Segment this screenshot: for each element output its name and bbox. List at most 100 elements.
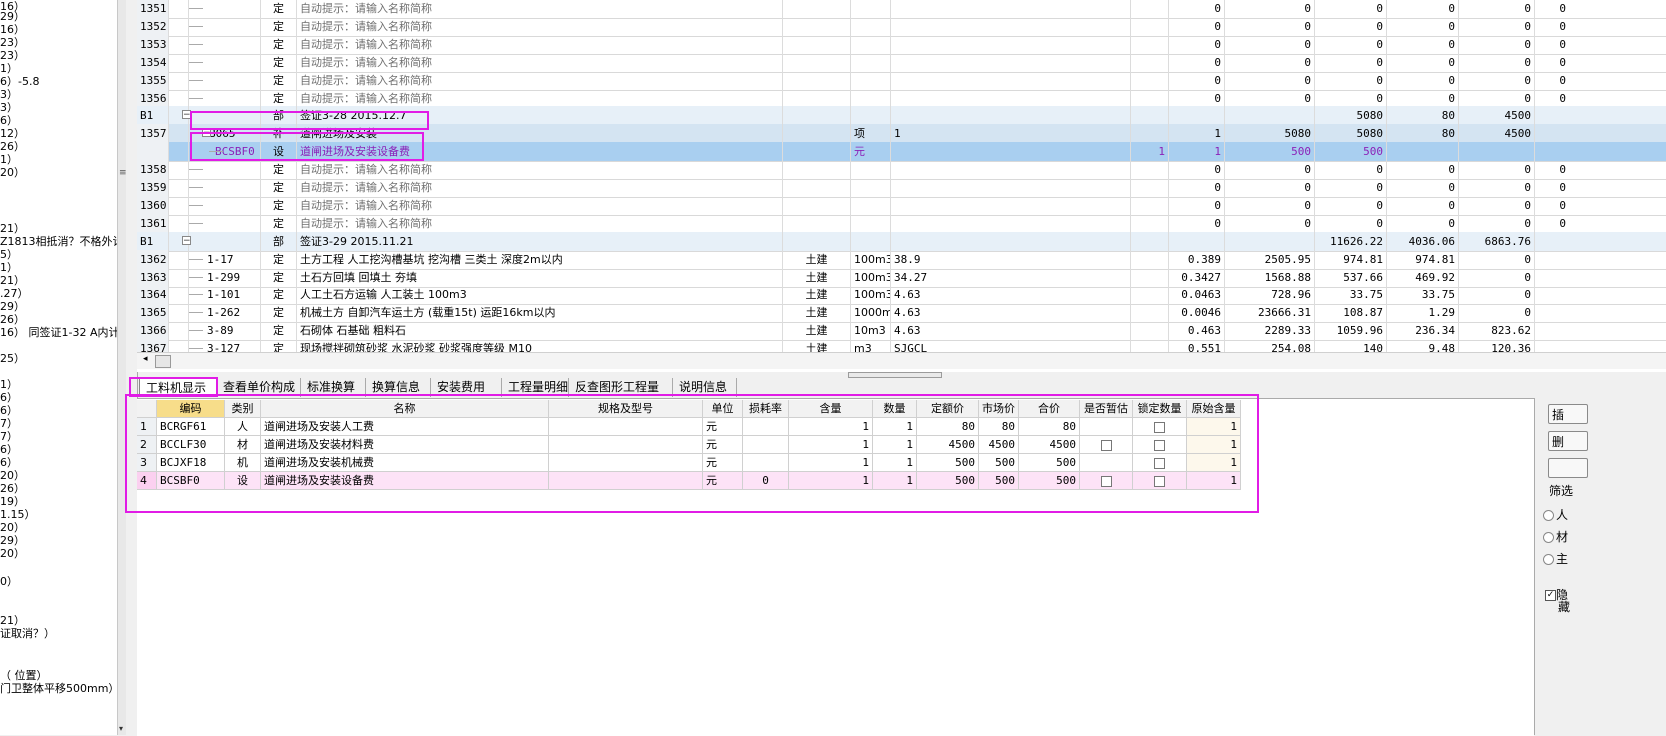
item-code[interactable] [189, 106, 261, 126]
scroll-thumb[interactable] [155, 355, 171, 368]
extra-button[interactable] [1548, 458, 1588, 478]
estimate-flag[interactable] [1080, 436, 1133, 454]
checkbox-icon[interactable] [1100, 439, 1112, 451]
material-category[interactable]: 人 [225, 418, 261, 436]
item-name[interactable]: 自动提示：请输入名称简称 [297, 178, 783, 197]
item-name[interactable]: 人工土石方运输 人工装土 100m3 [297, 285, 783, 305]
tab-0[interactable]: 工料机显示 [139, 378, 217, 397]
lock-quantity[interactable] [1133, 454, 1187, 472]
item-name[interactable]: 签证3-28 2015.12.7 [297, 106, 783, 126]
material-code[interactable]: BCRGF61 [157, 418, 225, 436]
material-quantity[interactable]: 1 [873, 472, 917, 490]
market-price[interactable]: 500 [979, 472, 1019, 490]
header-material-name[interactable]: 名称 [261, 400, 549, 418]
insert-button[interactable]: 插 [1548, 404, 1588, 424]
header-estimate-flag[interactable]: 是否暂估 [1080, 400, 1133, 418]
original-content[interactable]: 1 [1187, 472, 1241, 490]
material-unit[interactable]: 元 [703, 472, 743, 490]
header-content-qty[interactable]: 含量 [789, 400, 873, 418]
content-qty[interactable]: 1 [789, 418, 873, 436]
header-original-content[interactable]: 原始含量 [1187, 400, 1241, 418]
header-total-price[interactable]: 合价 [1019, 400, 1080, 418]
checkbox-icon[interactable] [1154, 421, 1165, 433]
item-name[interactable]: 签证3-29 2015.11.21 [297, 231, 783, 251]
quota-price[interactable]: 500 [917, 454, 979, 472]
lock-quantity[interactable] [1133, 472, 1187, 490]
item-name[interactable]: 自动提示：请输入名称简称 [297, 213, 783, 233]
content-qty[interactable]: 1 [789, 472, 873, 490]
item-code[interactable]: B065 [189, 124, 261, 144]
material-unit[interactable]: 元 [703, 436, 743, 454]
checkbox-icon[interactable] [1154, 475, 1165, 487]
item-code[interactable]: BCSBF0 [189, 142, 261, 162]
checkbox-icon[interactable] [1154, 439, 1165, 451]
loss-rate[interactable] [743, 454, 789, 472]
scroll-down-arrow-icon[interactable]: ▾ [119, 724, 123, 733]
item-name[interactable]: 机械土方 自卸汽车运土方 (载重15t) 运距16km以内 [297, 303, 783, 323]
checkbox-icon[interactable] [1100, 475, 1112, 487]
total-price[interactable]: 80 [1019, 418, 1080, 436]
filter-radio-material[interactable]: 材 [1543, 528, 1568, 545]
scroll-left-arrow-icon[interactable]: ◂ [143, 354, 148, 364]
material-row[interactable]: 3 BCJXF18 机道闸进场及安装机械费元 1 1 500 500 500 1 [137, 454, 1241, 472]
material-quantity[interactable]: 1 [873, 454, 917, 472]
collapse-toggle-icon[interactable]: − [182, 235, 191, 245]
material-code[interactable]: BCCLF30 [157, 436, 225, 454]
collapse-toggle-icon[interactable]: − [202, 128, 211, 138]
loss-rate[interactable] [743, 436, 789, 454]
material-spec[interactable] [549, 418, 703, 436]
quota-price[interactable]: 500 [917, 472, 979, 490]
material-spec[interactable] [549, 436, 703, 454]
tab-7[interactable]: 说明信息 [673, 378, 737, 397]
item-name[interactable]: 自动提示：请输入名称简称 [297, 16, 783, 36]
header-material-spec[interactable]: 规格及型号 [549, 400, 703, 418]
market-price[interactable]: 80 [979, 418, 1019, 436]
item-name[interactable]: 石砌体 石基础 粗料石 [297, 321, 783, 341]
checkbox-icon[interactable] [1154, 457, 1165, 469]
material-code[interactable]: BCSBF0 [157, 472, 225, 490]
item-name[interactable]: 土石方回填 回填土 夯填 [297, 267, 783, 287]
header-loss-rate[interactable]: 损耗率 [743, 400, 789, 418]
horizontal-scrollbar[interactable]: ◂ [137, 352, 1666, 369]
material-unit[interactable]: 元 [703, 454, 743, 472]
loss-rate[interactable] [743, 418, 789, 436]
original-content[interactable]: 1 [1187, 454, 1241, 472]
estimate-flag[interactable] [1080, 418, 1133, 436]
tab-1[interactable]: 查看单价构成 [217, 378, 301, 397]
material-category[interactable]: 设 [225, 472, 261, 490]
item-name[interactable]: 土方工程 人工挖沟槽基坑 挖沟槽 三类土 深度2m以内 [297, 249, 783, 269]
material-row[interactable]: 4 BCSBF0 设道闸进场及安装设备费元 0 1 1 500 500 500 1 [137, 472, 1241, 490]
item-name[interactable]: 道闸进场及安装设备费 [297, 142, 783, 162]
lock-quantity[interactable] [1133, 436, 1187, 454]
item-name[interactable]: 自动提示：请输入名称简称 [297, 160, 783, 180]
total-price[interactable]: 4500 [1019, 436, 1080, 454]
collapse-toggle-icon[interactable]: − [182, 110, 191, 120]
material-category[interactable]: 机 [225, 454, 261, 472]
header-material-quantity[interactable]: 数量 [873, 400, 917, 418]
item-name[interactable]: 自动提示：请输入名称简称 [297, 52, 783, 72]
total-price[interactable]: 500 [1019, 472, 1080, 490]
original-content[interactable]: 1 [1187, 418, 1241, 436]
header-material-code[interactable]: 编码 [157, 400, 225, 418]
item-name[interactable]: 自动提示：请输入名称简称 [297, 0, 783, 18]
header-material-unit[interactable]: 单位 [703, 400, 743, 418]
material-spec[interactable] [549, 472, 703, 490]
material-category[interactable]: 材 [225, 436, 261, 454]
material-quantity[interactable]: 1 [873, 436, 917, 454]
tab-2[interactable]: 标准换算 [301, 378, 366, 397]
material-name[interactable]: 道闸进场及安装设备费 [261, 472, 549, 490]
item-name[interactable]: 自动提示：请输入名称简称 [297, 34, 783, 54]
quota-price[interactable]: 80 [917, 418, 979, 436]
tab-4[interactable]: 安装费用 [431, 378, 502, 397]
material-unit[interactable]: 元 [703, 418, 743, 436]
item-name[interactable]: 道闸进场及安装 [297, 124, 783, 144]
filter-radio-main[interactable]: 主 [1543, 550, 1568, 567]
lock-quantity[interactable] [1133, 418, 1187, 436]
estimate-flag[interactable] [1080, 472, 1133, 490]
filter-radio-labor[interactable]: 人 [1543, 506, 1568, 523]
loss-rate[interactable]: 0 [743, 472, 789, 490]
material-name[interactable]: 道闸进场及安装机械费 [261, 454, 549, 472]
total-price[interactable]: 500 [1019, 454, 1080, 472]
content-qty[interactable]: 1 [789, 454, 873, 472]
item-code[interactable] [189, 231, 261, 251]
